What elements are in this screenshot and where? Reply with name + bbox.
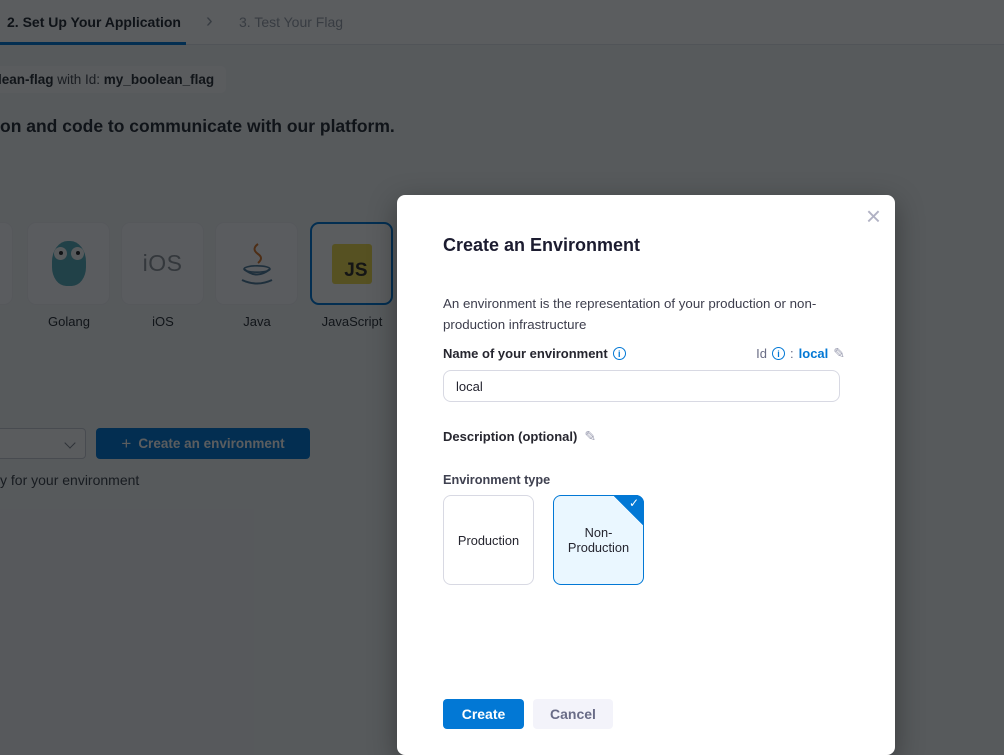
type-card-label: Production	[458, 533, 519, 548]
environment-name-label: Name of your environment i	[443, 346, 626, 361]
info-icon[interactable]: i	[772, 347, 785, 360]
edit-id-icon[interactable]: ✎	[833, 345, 845, 362]
close-icon[interactable]: ×	[866, 203, 881, 229]
environment-type-production[interactable]: Production	[443, 495, 534, 585]
environment-id-value: local	[799, 346, 829, 361]
create-button[interactable]: Create	[443, 699, 524, 729]
environment-id-row: Id i : local ✎	[756, 345, 845, 362]
cancel-button[interactable]: Cancel	[533, 699, 613, 729]
environment-type-non-production[interactable]: Non-Production ✓	[553, 495, 644, 585]
description-optional-label: Description (optional)	[443, 429, 577, 444]
selected-corner-badge: ✓	[613, 495, 644, 526]
id-separator: :	[790, 346, 794, 361]
environment-name-input[interactable]	[443, 370, 840, 402]
create-environment-modal: × Create an Environment An environment i…	[397, 195, 895, 755]
id-label: Id	[756, 346, 767, 361]
info-icon[interactable]: i	[613, 347, 626, 360]
environment-type-label: Environment type	[443, 473, 845, 487]
modal-title: Create an Environment	[443, 235, 845, 256]
modal-description: An environment is the representation of …	[443, 293, 845, 335]
edit-description-icon[interactable]: ✎	[584, 428, 596, 445]
type-card-label: Non-Production	[567, 525, 630, 555]
check-icon: ✓	[629, 496, 639, 510]
